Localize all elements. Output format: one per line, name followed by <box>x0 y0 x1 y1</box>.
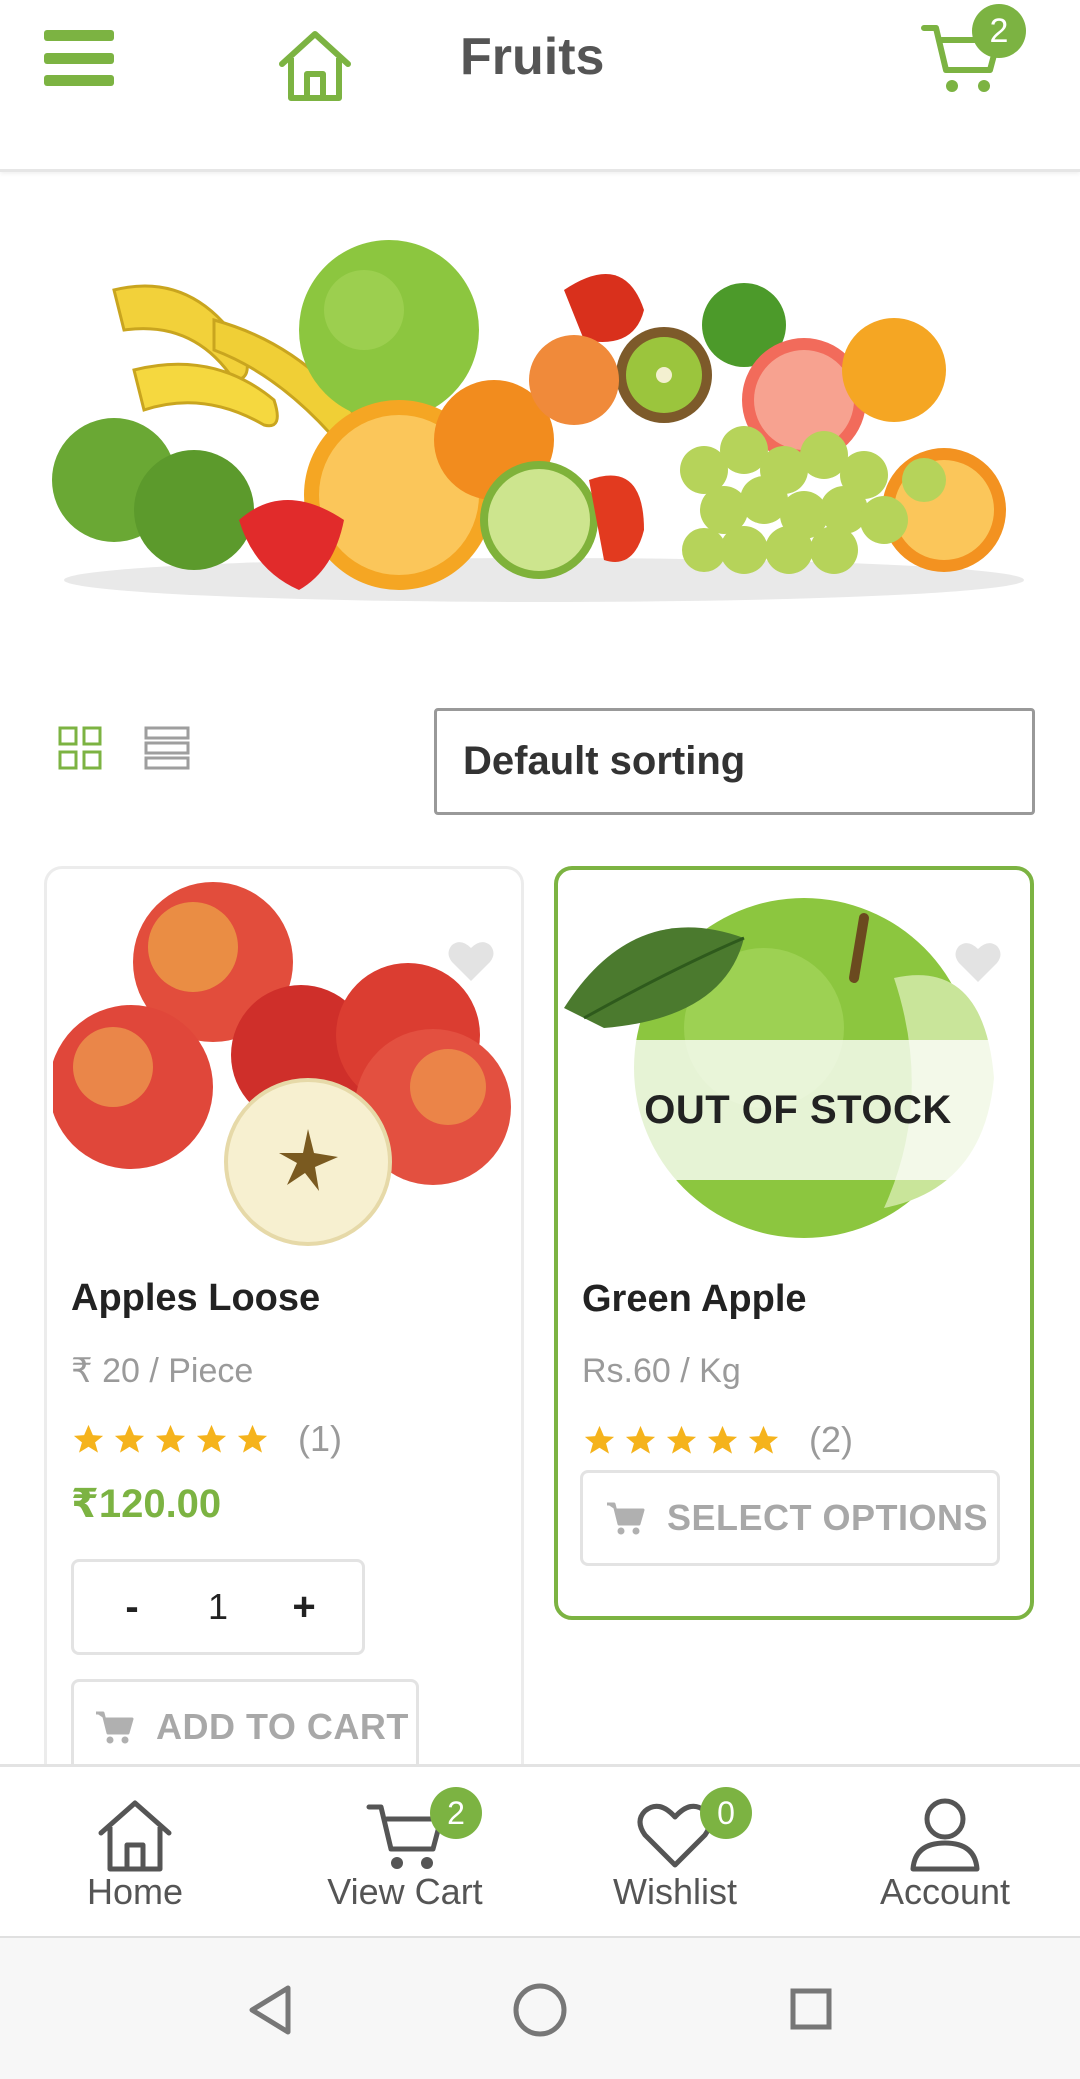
star-icon <box>707 1425 738 1454</box>
nav-item-view-cart[interactable]: 2 View Cart <box>270 1767 540 1939</box>
back-icon[interactable] <box>246 1984 294 2036</box>
nav-item-home[interactable]: Home <box>0 1767 270 1939</box>
add-to-cart-label: ADD TO CART <box>156 1706 409 1747</box>
list-view-icon[interactable] <box>144 726 190 770</box>
product-unit-price: Rs.60 / Kg <box>582 1352 741 1390</box>
nav-label: Account <box>879 1871 1011 1912</box>
nav-item-account[interactable]: Account <box>810 1767 1080 1939</box>
home-icon <box>98 1800 172 1872</box>
star-icon <box>73 1424 104 1453</box>
nav-item-wishlist[interactable]: 0 Wishlist <box>540 1767 810 1939</box>
quantity-stepper: - 1 + <box>71 1559 365 1655</box>
hamburger-menu-icon[interactable] <box>44 30 114 86</box>
star-icon <box>237 1424 268 1453</box>
nav-label: Home <box>86 1871 184 1912</box>
product-name[interactable]: Apples Loose <box>71 1277 320 1320</box>
system-home-icon[interactable] <box>512 1982 568 2038</box>
cart-count-badge: 2 <box>430 1787 482 1839</box>
rating-count: (1) <box>298 1418 342 1459</box>
cart-count-badge: 2 <box>972 4 1026 58</box>
product-name[interactable]: Green Apple <box>582 1278 807 1321</box>
star-icon <box>666 1425 697 1454</box>
home-icon[interactable] <box>276 26 354 104</box>
product-image[interactable] <box>53 877 515 1247</box>
star-icon <box>196 1424 227 1453</box>
rating-count: (2) <box>809 1419 853 1460</box>
star-icon <box>114 1424 145 1453</box>
quantity-decrease-button[interactable]: - <box>114 1585 150 1630</box>
rating-stars <box>582 1423 781 1458</box>
page-title: Fruits <box>460 28 605 86</box>
nav-label: View Cart <box>327 1871 483 1912</box>
product-rating: (1) <box>71 1417 342 1461</box>
select-options-button[interactable]: SELECT OPTIONS <box>580 1470 1000 1566</box>
cart-icon <box>96 1711 134 1744</box>
cart-icon <box>607 1502 645 1535</box>
product-card[interactable]: Apples Loose ₹ 20 / Piece (1) ₹120.00 - … <box>44 866 524 1866</box>
account-icon <box>910 1798 980 1872</box>
product-price: ₹120.00 <box>71 1482 222 1526</box>
grid-view-icon[interactable] <box>58 726 102 770</box>
sort-dropdown[interactable]: Default sorting <box>434 708 1035 815</box>
fruits-banner-image <box>52 240 1024 602</box>
product-card[interactable]: OUT OF STOCK Green Apple Rs.60 / Kg (2) … <box>554 866 1034 1620</box>
add-to-cart-button[interactable]: ADD TO CART <box>71 1679 419 1775</box>
quantity-value[interactable]: 1 <box>208 1586 228 1628</box>
system-navigation-bar <box>0 1936 1080 2079</box>
sort-dropdown-label: Default sorting <box>463 739 746 783</box>
product-rating: (2) <box>582 1418 853 1462</box>
recent-apps-icon[interactable] <box>790 1988 832 2030</box>
rating-stars <box>71 1422 270 1457</box>
select-options-label: SELECT OPTIONS <box>667 1497 989 1538</box>
star-icon <box>155 1424 186 1453</box>
top-app-bar: Fruits 2 <box>0 0 1080 172</box>
nav-label: Wishlist <box>613 1871 737 1912</box>
out-of-stock-badge: OUT OF STOCK <box>578 1040 1018 1180</box>
wishlist-heart-icon[interactable] <box>447 939 495 983</box>
wishlist-count-badge: 0 <box>700 1787 752 1839</box>
product-unit-price: ₹ 20 / Piece <box>71 1352 254 1390</box>
bottom-navigation: Home 2 View Cart 0 Wishlist Account <box>0 1764 1080 1936</box>
wishlist-heart-icon[interactable] <box>954 940 1002 984</box>
star-icon <box>584 1425 615 1454</box>
star-icon <box>625 1425 656 1454</box>
star-icon <box>748 1425 779 1454</box>
quantity-increase-button[interactable]: + <box>286 1585 322 1630</box>
